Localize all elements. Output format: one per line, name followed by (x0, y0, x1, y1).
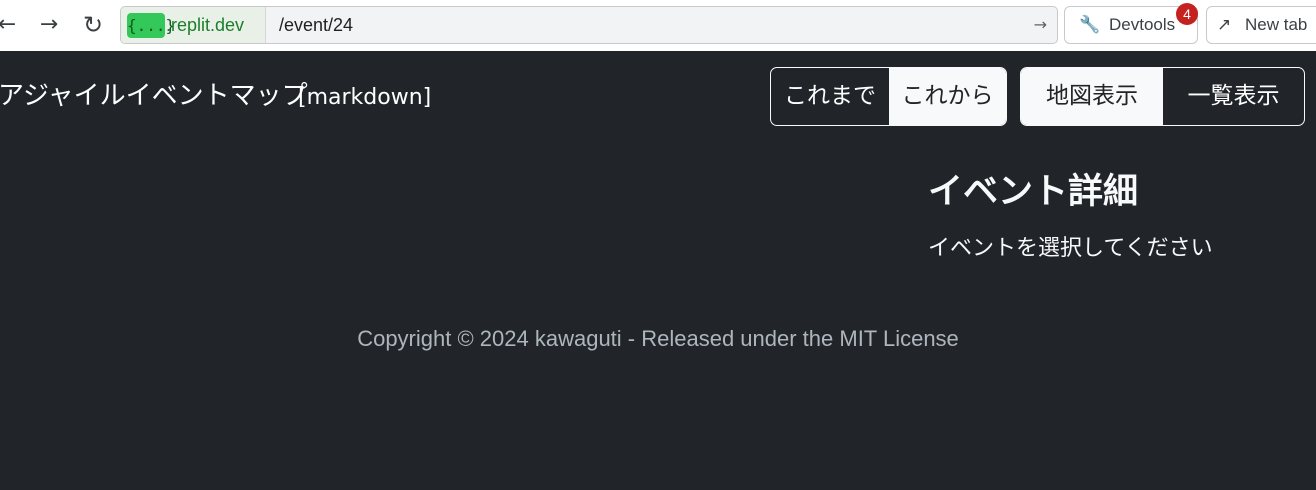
past-events-button[interactable]: これまで (771, 68, 889, 125)
external-link-icon: ↗ (1217, 15, 1232, 35)
go-arrow-icon[interactable]: → (1034, 7, 1047, 43)
event-detail-heading: イベント詳細 (928, 172, 1139, 212)
url-host-section[interactable]: {...} .replit.dev (121, 7, 266, 43)
replit-logo-icon: {...} (127, 13, 175, 38)
reload-icon[interactable]: ↻ (78, 8, 108, 42)
url-path[interactable]: /event/24 (279, 7, 353, 43)
browser-toolbar: ← → ↻ {...} .replit.dev /event/24 → 🔧 De… (0, 0, 1316, 51)
time-filter-group: これまで これから (770, 67, 1007, 126)
new-tab-button[interactable]: ↗ New tab (1206, 6, 1316, 44)
address-bar[interactable]: {...} .replit.dev /event/24 → (120, 6, 1058, 44)
back-arrow-icon[interactable]: ← (0, 8, 22, 42)
forward-arrow-icon[interactable]: → (34, 8, 64, 42)
app-title: アジャイルイベントマップ (0, 81, 308, 111)
map-view-button[interactable]: 地図表示 (1021, 68, 1163, 125)
list-view-button[interactable]: 一覧表示 (1163, 68, 1304, 125)
app-subtitle: [markdown] (298, 85, 432, 110)
view-toggle-group: 地図表示 一覧表示 (1020, 67, 1305, 126)
event-detail-message: イベントを選択してください (928, 236, 1213, 261)
new-tab-label: New tab (1245, 15, 1308, 34)
devtools-label: Devtools (1109, 15, 1176, 34)
upcoming-events-button[interactable]: これから (889, 68, 1006, 125)
footer-copyright: Copyright © 2024 kawaguti - Released und… (357, 326, 959, 351)
url-host: .replit.dev (166, 15, 245, 35)
wrench-icon: 🔧 (1079, 15, 1101, 35)
devtools-badge: 4 (1176, 3, 1198, 25)
